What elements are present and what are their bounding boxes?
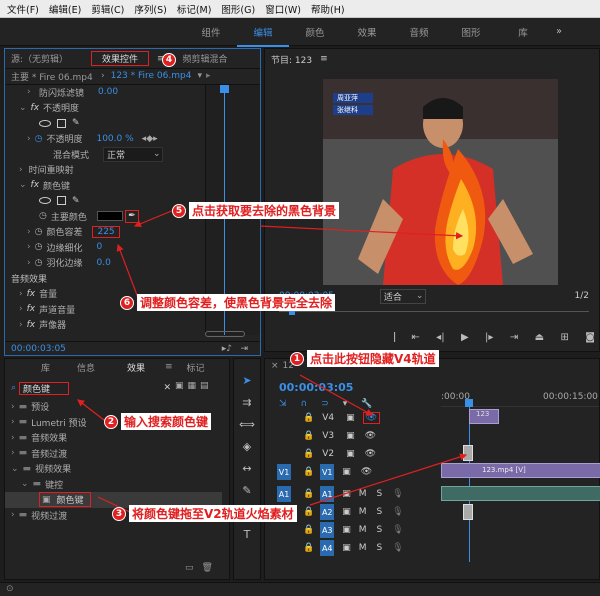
annotation-badge: 2	[104, 414, 118, 429]
annotation-badge: 6	[120, 295, 134, 310]
status-bar: ⊙	[0, 582, 600, 596]
annotation-3: 3 将颜色键拖至V2轨道火焰素材	[112, 505, 297, 522]
annotation-badge: 3	[112, 506, 126, 521]
annotation-badge: 1	[290, 351, 304, 366]
annotation-2: 2 输入搜索颜色键	[104, 413, 212, 430]
annotation-1: 1 点击此按钮隐藏V4轨道	[290, 350, 439, 367]
annotation-5: 5 点击获取要去除的黑色背景	[172, 202, 340, 219]
annotation-6: 6 调整颜色容差，使黑色背景完全去除	[120, 294, 336, 311]
annotation-text: 调整颜色容差，使黑色背景完全去除	[137, 294, 336, 311]
status-icon[interactable]: ⊙	[6, 584, 14, 594]
annotation-text: 点击此按钮隐藏V4轨道	[307, 350, 439, 367]
annotation-badge: 5	[172, 203, 186, 218]
annotation-text: 将颜色键拖至V2轨道火焰素材	[129, 505, 297, 522]
annotation-text: 输入搜索颜色键	[121, 413, 212, 430]
annotation-badge-4: 4	[162, 53, 176, 67]
annotation-text: 点击获取要去除的黑色背景	[189, 202, 340, 219]
